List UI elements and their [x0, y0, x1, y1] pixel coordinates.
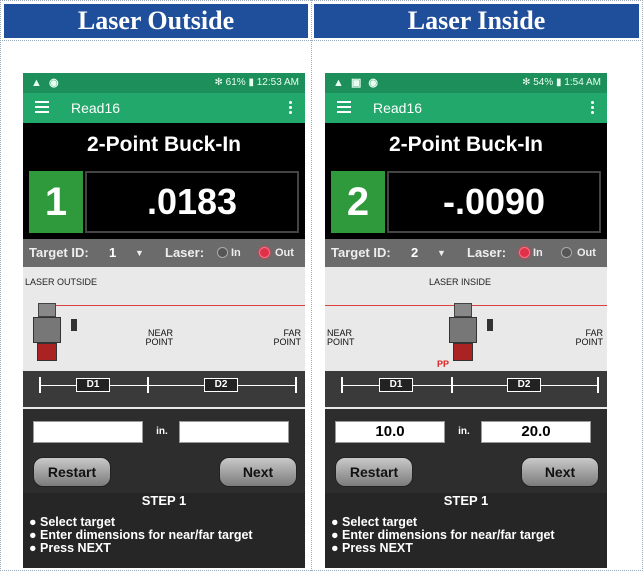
hamburger-menu-icon[interactable] — [35, 101, 49, 113]
laser-label: Laser: — [467, 245, 507, 260]
setup-diagram: LASER OUTSIDE NEAR POINT FAR POINT D1 D2 — [23, 267, 305, 409]
status-icons: ▲ ◉ — [31, 77, 61, 89]
unit-label: in. — [156, 426, 168, 437]
near-point-label: NEAR POINT — [327, 328, 355, 347]
step-title: STEP 1 — [141, 493, 187, 508]
dimension-bar: D1 D2 — [325, 371, 607, 407]
laser-in-label: In — [533, 247, 543, 259]
target-number-badge: 1 — [29, 171, 83, 233]
reading-value: -.0090 — [387, 171, 601, 233]
target-laser-row: Target ID: 1 ▼ Laser: In Out — [23, 239, 305, 267]
chevron-down-icon[interactable]: ▼ — [135, 239, 144, 267]
status-bar: ▲ ◉ ✻ 61% ▮ 12:53 AM — [23, 73, 305, 93]
setup-diagram: LASER INSIDE NEAR POINT FAR POINT PP D1 … — [325, 267, 607, 409]
step-line: ● Press NEXT — [29, 541, 111, 555]
row-divider — [0, 40, 643, 41]
screen-title: 2-Point Buck-In — [23, 123, 305, 167]
dimension-tick-near — [147, 377, 149, 393]
unit-label: in. — [458, 426, 470, 437]
reading-value: .0183 — [85, 171, 299, 233]
near-point-label: NEAR POINT — [145, 328, 173, 347]
dimension-tick-far — [295, 377, 297, 393]
status-bar: ▲ ▣ ◉ ✻ 54% ▮ 1:54 AM — [325, 73, 607, 93]
near-distance-input[interactable]: 10.0 — [335, 421, 445, 443]
dimension-input-row: 10.0 in. 20.0 — [325, 409, 607, 453]
dimension-tick-start — [39, 377, 41, 393]
d1-label: D1 — [379, 378, 413, 392]
target-post-icon — [71, 319, 77, 331]
instructions-panel: STEP 1 ● Select target ● Enter dimension… — [325, 493, 607, 568]
target-id-label: Target ID: — [331, 245, 391, 260]
app-title: Read16 — [71, 100, 121, 116]
chevron-down-icon[interactable]: ▼ — [437, 239, 446, 267]
d2-label: D2 — [204, 378, 238, 392]
target-id-select[interactable]: 1 — [109, 239, 116, 267]
next-button[interactable]: Next — [521, 457, 599, 487]
step-title: STEP 1 — [443, 493, 489, 508]
d2-label: D2 — [507, 378, 541, 392]
far-point-label: FAR POINT — [575, 328, 603, 347]
target-id-label: Target ID: — [29, 245, 89, 260]
laser-beam-line — [53, 305, 305, 306]
diagram-caption: LASER OUTSIDE — [25, 277, 98, 287]
column-divider — [311, 0, 312, 571]
diagram-caption: LASER INSIDE — [429, 277, 492, 287]
laser-tool-icon — [449, 303, 481, 365]
restart-button[interactable]: Restart — [335, 457, 413, 487]
overflow-menu-icon[interactable] — [591, 101, 595, 115]
target-id-select[interactable]: 2 — [411, 239, 418, 267]
laser-tool-icon — [33, 303, 65, 365]
screen-title: 2-Point Buck-In — [325, 123, 607, 167]
app-bar: Read16 — [325, 93, 607, 123]
laser-in-label: In — [231, 247, 241, 259]
reading-row: 1 .0183 — [23, 167, 305, 239]
laser-out-radio[interactable] — [561, 247, 572, 258]
laser-in-radio[interactable] — [519, 247, 530, 258]
dimension-input-row: in. — [23, 409, 305, 453]
laser-out-radio[interactable] — [259, 247, 270, 258]
app-bar: Read16 — [23, 93, 305, 123]
target-number-badge: 2 — [331, 171, 385, 233]
app-title: Read16 — [373, 100, 423, 116]
laser-label: Laser: — [165, 245, 205, 260]
pivot-point-label: PP — [437, 359, 450, 369]
phone-screen-laser-inside: ▲ ▣ ◉ ✻ 54% ▮ 1:54 AM Read16 2-Point Buc… — [325, 73, 607, 568]
target-post-icon — [487, 319, 493, 331]
near-distance-input[interactable] — [33, 421, 143, 443]
status-battery-time: ✻ 61% ▮ 12:53 AM — [214, 77, 299, 88]
reading-row: 2 -.0090 — [325, 167, 607, 239]
step-line: ● Press NEXT — [331, 541, 413, 555]
laser-out-label: Out — [275, 247, 294, 259]
hamburger-menu-icon[interactable] — [337, 101, 351, 113]
header-laser-outside: Laser Outside — [4, 4, 308, 38]
next-button[interactable]: Next — [219, 457, 297, 487]
instructions-panel: STEP 1 ● Select target ● Enter dimension… — [23, 493, 305, 568]
header-laser-inside: Laser Inside — [314, 4, 639, 38]
status-icons: ▲ ▣ ◉ — [333, 77, 380, 89]
dimension-bar: D1 D2 — [23, 371, 305, 407]
phone-screen-laser-outside: ▲ ◉ ✻ 61% ▮ 12:53 AM Read16 2-Point Buck… — [23, 73, 305, 568]
restart-button[interactable]: Restart — [33, 457, 111, 487]
far-point-label: FAR POINT — [273, 328, 301, 347]
dimension-tick-start — [341, 377, 343, 393]
button-row: Restart Next — [325, 453, 607, 493]
laser-in-radio[interactable] — [217, 247, 228, 258]
far-distance-input[interactable] — [179, 421, 289, 443]
far-distance-input[interactable]: 20.0 — [481, 421, 591, 443]
status-battery-time: ✻ 54% ▮ 1:54 AM — [522, 77, 601, 88]
laser-out-label: Out — [577, 247, 596, 259]
dimension-tick-near — [451, 377, 453, 393]
overflow-menu-icon[interactable] — [289, 101, 293, 115]
target-laser-row: Target ID: 2 ▼ Laser: In Out — [325, 239, 607, 267]
d1-label: D1 — [76, 378, 110, 392]
button-row: Restart Next — [23, 453, 305, 493]
dimension-tick-far — [597, 377, 599, 393]
